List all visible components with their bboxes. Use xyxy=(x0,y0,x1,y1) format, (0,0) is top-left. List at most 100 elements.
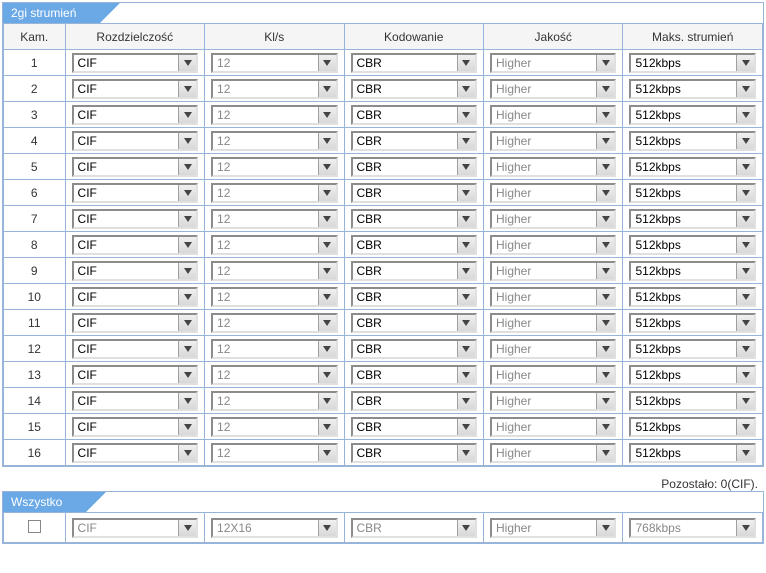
select-value: 512kbps xyxy=(635,420,680,434)
fps-select[interactable]: 12 xyxy=(211,235,337,255)
fps-select[interactable]: 12 xyxy=(211,53,337,73)
fps-select[interactable]: 12 xyxy=(211,287,337,307)
bitrate-select[interactable]: 512kbps xyxy=(629,339,756,359)
bitrate-select[interactable]: 512kbps xyxy=(629,417,756,437)
quality-select[interactable]: Higher xyxy=(490,339,616,359)
quality-select[interactable]: Higher xyxy=(490,209,616,229)
select-value: CBR xyxy=(357,134,382,148)
all-fps-select[interactable]: 12X16 xyxy=(211,518,337,538)
bitrate-select[interactable]: 512kbps xyxy=(629,235,756,255)
bitrate-select[interactable]: 512kbps xyxy=(629,261,756,281)
quality-select[interactable]: Higher xyxy=(490,105,616,125)
resolution-select[interactable]: CIF xyxy=(72,183,198,203)
fps-select[interactable]: 12 xyxy=(211,79,337,99)
fps-select[interactable]: 12 xyxy=(211,131,337,151)
fps-select[interactable]: 12 xyxy=(211,209,337,229)
encoding-select[interactable]: CBR xyxy=(351,131,477,151)
quality-select[interactable]: Higher xyxy=(490,131,616,151)
kam-cell: 1 xyxy=(4,50,66,76)
fps-select[interactable]: 12 xyxy=(211,391,337,411)
bitrate-select[interactable]: 512kbps xyxy=(629,313,756,333)
quality-select[interactable]: Higher xyxy=(490,183,616,203)
select-value: Higher xyxy=(496,108,531,122)
fps-select[interactable]: 12 xyxy=(211,417,337,437)
encoding-select[interactable]: CBR xyxy=(351,391,477,411)
bitrate-select[interactable]: 512kbps xyxy=(629,157,756,177)
bitrate-select[interactable]: 512kbps xyxy=(629,131,756,151)
quality-select[interactable]: Higher xyxy=(490,53,616,73)
select-value: Higher xyxy=(496,316,531,330)
encoding-select[interactable]: CBR xyxy=(351,313,477,333)
bitrate-select[interactable]: 512kbps xyxy=(629,365,756,385)
fps-select[interactable]: 12 xyxy=(211,157,337,177)
resolution-select[interactable]: CIF xyxy=(72,235,198,255)
resolution-select[interactable]: CIF xyxy=(72,131,198,151)
quality-select[interactable]: Higher xyxy=(490,287,616,307)
encoding-select[interactable]: CBR xyxy=(351,79,477,99)
encoding-select[interactable]: CBR xyxy=(351,105,477,125)
fps-select[interactable]: 12 xyxy=(211,365,337,385)
quality-select[interactable]: Higher xyxy=(490,261,616,281)
resolution-select[interactable]: CIF xyxy=(72,365,198,385)
chevron-down-icon xyxy=(736,81,754,97)
resolution-select[interactable]: CIF xyxy=(72,79,198,99)
resolution-select[interactable]: CIF xyxy=(72,417,198,437)
quality-select[interactable]: Higher xyxy=(490,443,616,463)
quality-select[interactable]: Higher xyxy=(490,235,616,255)
all-resolution-select[interactable]: CIF xyxy=(72,518,198,538)
resolution-select[interactable]: CIF xyxy=(72,261,198,281)
quality-select[interactable]: Higher xyxy=(490,157,616,177)
chevron-down-icon xyxy=(596,263,614,279)
resolution-select[interactable]: CIF xyxy=(72,391,198,411)
bitrate-select[interactable]: 512kbps xyxy=(629,391,756,411)
encoding-select[interactable]: CBR xyxy=(351,339,477,359)
resolution-select[interactable]: CIF xyxy=(72,443,198,463)
encoding-select[interactable]: CBR xyxy=(351,183,477,203)
resolution-select[interactable]: CIF xyxy=(72,105,198,125)
encoding-select[interactable]: CBR xyxy=(351,209,477,229)
fps-select[interactable]: 12 xyxy=(211,443,337,463)
encoding-select[interactable]: CBR xyxy=(351,417,477,437)
resolution-select[interactable]: CIF xyxy=(72,209,198,229)
chevron-down-icon xyxy=(596,315,614,331)
all-bitrate-select[interactable]: 768kbps xyxy=(629,518,756,538)
quality-select[interactable]: Higher xyxy=(490,365,616,385)
encoding-select[interactable]: CBR xyxy=(351,261,477,281)
encoding-select[interactable]: CBR xyxy=(351,53,477,73)
bitrate-select[interactable]: 512kbps xyxy=(629,287,756,307)
encoding-select[interactable]: CBR xyxy=(351,443,477,463)
quality-select[interactable]: Higher xyxy=(490,313,616,333)
chevron-down-icon xyxy=(596,289,614,305)
fps-select[interactable]: 12 xyxy=(211,339,337,359)
encoding-select[interactable]: CBR xyxy=(351,287,477,307)
resolution-select[interactable]: CIF xyxy=(72,53,198,73)
resolution-select[interactable]: CIF xyxy=(72,157,198,177)
all-encoding-select[interactable]: CBR xyxy=(351,518,477,538)
fps-select[interactable]: 12 xyxy=(211,261,337,281)
encoding-select[interactable]: CBR xyxy=(351,235,477,255)
resolution-select[interactable]: CIF xyxy=(72,313,198,333)
bitrate-select[interactable]: 512kbps xyxy=(629,443,756,463)
select-value: 512kbps xyxy=(635,186,680,200)
all-quality-select[interactable]: Higher xyxy=(490,518,616,538)
resolution-select[interactable]: CIF xyxy=(72,339,198,359)
resolution-select[interactable]: CIF xyxy=(72,287,198,307)
fps-select[interactable]: 12 xyxy=(211,313,337,333)
tab-stream2[interactable]: 2gi strumień xyxy=(3,3,100,23)
bitrate-select[interactable]: 512kbps xyxy=(629,183,756,203)
tab-all[interactable]: Wszystko xyxy=(3,492,86,512)
bitrate-select[interactable]: 512kbps xyxy=(629,209,756,229)
encoding-select[interactable]: CBR xyxy=(351,365,477,385)
bitrate-select[interactable]: 512kbps xyxy=(629,79,756,99)
table-row: 2CIF12CBRHigher512kbps xyxy=(4,76,763,102)
quality-select[interactable]: Higher xyxy=(490,79,616,99)
fps-select[interactable]: 12 xyxy=(211,183,337,203)
bitrate-select[interactable]: 512kbps xyxy=(629,105,756,125)
bitrate-select[interactable]: 512kbps xyxy=(629,53,756,73)
quality-select[interactable]: Higher xyxy=(490,417,616,437)
fps-select[interactable]: 12 xyxy=(211,105,337,125)
chevron-down-icon xyxy=(596,185,614,201)
quality-select[interactable]: Higher xyxy=(490,391,616,411)
encoding-select[interactable]: CBR xyxy=(351,157,477,177)
apply-all-checkbox[interactable] xyxy=(28,520,41,533)
